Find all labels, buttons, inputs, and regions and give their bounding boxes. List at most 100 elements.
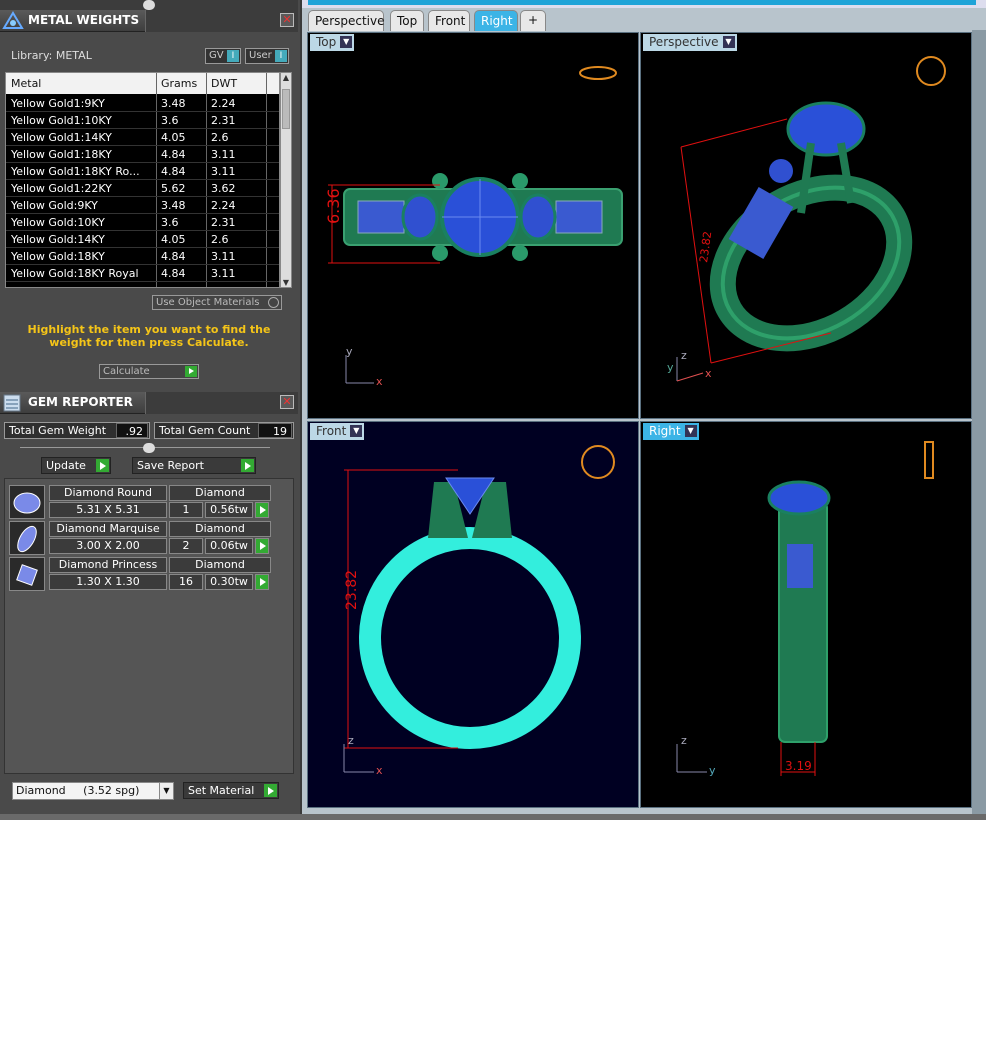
gem-shape-name: Diamond Marquise [49, 521, 167, 537]
table-row[interactable]: Yellow Gold:9KY 3.48 2.24 [6, 197, 279, 214]
metal-table-scrollbar[interactable]: ▲ ▼ [280, 72, 292, 288]
save-report-button[interactable]: Save Report [132, 457, 256, 474]
set-material-label: Set Material [188, 784, 255, 797]
tab-perspective[interactable]: Perspective [308, 10, 385, 31]
table-row[interactable]: Yellow Gold:18KY Royal 4.84 3.11 [6, 265, 279, 282]
axis-label: y [709, 764, 716, 777]
chevron-down-icon[interactable]: ▼ [159, 783, 173, 799]
marquise-stone [519, 193, 557, 241]
user-toggle-box: I [275, 50, 287, 62]
axis-label: z [348, 734, 354, 747]
gem-material: Diamond [169, 557, 271, 573]
scroll-down-icon[interactable]: ▼ [281, 278, 291, 287]
cell-dwt: 3.11 [211, 165, 236, 178]
viewport-perspective[interactable]: 23.82 z x y Perspective ▼ [640, 32, 972, 419]
play-icon[interactable] [255, 538, 269, 554]
table-row[interactable]: Yellow Gold1:10KY 3.6 2.31 [6, 112, 279, 129]
viewport-label-top[interactable]: Top ▼ [310, 34, 355, 51]
update-button[interactable]: Update [41, 457, 111, 474]
tab-right[interactable]: Right [474, 10, 518, 31]
viewport-label-front[interactable]: Front ▼ [310, 423, 365, 440]
collapse-handle-icon[interactable] [143, 443, 155, 453]
viewport-right[interactable]: 3.19 z y Right ▼ [640, 421, 972, 808]
close-icon[interactable]: ✕ [280, 13, 294, 27]
gem-weight: 0.06tw [205, 538, 253, 554]
viewport-label-right[interactable]: Right ▼ [643, 423, 699, 440]
col-metal[interactable]: Metal [11, 77, 41, 90]
scroll-thumb[interactable] [282, 89, 290, 129]
diamond-princess-icon [9, 557, 45, 591]
gem-reporter-header: GEM REPORTER ✕ [0, 392, 298, 414]
play-icon[interactable] [255, 502, 269, 518]
cell-grams: 3.6 [161, 114, 179, 127]
gv-toggle[interactable]: GV I [205, 48, 241, 64]
gem-row[interactable]: Diamond Marquise Diamond 3.00 X 2.00 2 0.06t… [9, 521, 271, 555]
center-stone [786, 101, 866, 157]
calculate-button[interactable]: Calculate [99, 364, 199, 379]
table-row[interactable]: Yellow Gold1:18KY 4.84 3.11 [6, 146, 279, 163]
perspective-view-render: 23.82 z x y [667, 56, 946, 382]
status-strip [0, 814, 986, 820]
metal-table[interactable]: Metal Grams DWT Yellow Gold1:9KY 3.48 2.24… [5, 72, 280, 288]
table-row[interactable]: Yellow Gold1:18KY Ro... 4.84 3.11 [6, 163, 279, 180]
viewport-top[interactable]: 6.36 y x Top ▼ [307, 32, 639, 419]
cell-metal: Yellow Gold1:18KY Ro... [11, 165, 140, 178]
add-tab-icon[interactable]: + [520, 10, 546, 31]
cell-grams: 4.84 [161, 148, 186, 161]
gem-row[interactable]: Diamond Round Diamond 5.31 X 5.31 1 0.56tw [9, 485, 271, 519]
viewport-label-perspective[interactable]: Perspective ▼ [643, 34, 737, 51]
gem-reporter-icon [3, 394, 21, 412]
use-object-materials-button[interactable]: Use Object Materials [152, 295, 282, 310]
scroll-up-icon[interactable]: ▲ [281, 73, 291, 82]
prong [512, 245, 528, 261]
side-stones [787, 544, 813, 588]
cell-metal: Yellow Gold:9KY [11, 199, 98, 212]
chevron-down-icon[interactable]: ▼ [350, 425, 363, 437]
metal-weights-header: METAL WEIGHTS ✕ [0, 10, 298, 32]
viewport-label-text: Perspective [649, 35, 719, 49]
metal-weights-icon [2, 11, 24, 29]
viewport-label-text: Top [316, 35, 337, 49]
gem-count: 2 [169, 538, 203, 554]
collapse-handle-icon[interactable] [143, 0, 155, 10]
gem-material: Diamond [169, 485, 271, 501]
tab-front[interactable]: Front [428, 10, 470, 31]
prong [432, 173, 448, 189]
cell-grams: 3.48 [161, 199, 186, 212]
marquise-stone [401, 193, 439, 241]
right-view-render: 3.19 z y [676, 441, 934, 777]
gem-size: 3.00 X 2.00 [49, 538, 167, 554]
material-select[interactable]: Diamond (3.52 spg) ▼ [12, 782, 174, 800]
gem-row[interactable]: Diamond Princess Diamond 1.30 X 1.30 16 0.30… [9, 557, 271, 591]
table-row[interactable]: Yellow Gold:14KY 4.05 2.6 [6, 231, 279, 248]
chevron-down-icon[interactable]: ▼ [722, 36, 735, 48]
dimension-line [680, 118, 788, 148]
cell-grams: 4.05 [161, 131, 186, 144]
close-icon[interactable]: ✕ [280, 395, 294, 409]
viewport-front[interactable]: 23.82 z x Front ▼ [307, 421, 639, 808]
col-grams[interactable]: Grams [161, 77, 197, 90]
chevron-down-icon[interactable]: ▼ [684, 425, 697, 437]
table-row[interactable]: Yellow Gold:10KY 3.6 2.31 [6, 214, 279, 231]
gv-toggle-label: GV [209, 50, 224, 61]
col-dwt[interactable]: DWT [211, 77, 237, 90]
set-material-button[interactable]: Set Material [183, 782, 279, 799]
chevron-down-icon[interactable]: ▼ [340, 36, 353, 48]
perspective-dimension-label: 23.82 [697, 230, 714, 263]
gem-count: 1 [169, 502, 203, 518]
use-object-materials-label: Use Object Materials [156, 297, 260, 308]
user-toggle[interactable]: User I [245, 48, 289, 64]
gem-count: 16 [169, 574, 203, 590]
metal-weights-title: METAL WEIGHTS [28, 13, 140, 27]
tab-top[interactable]: Top [390, 10, 424, 31]
cell-grams: 4.84 [161, 267, 186, 280]
table-row[interactable]: Yellow Gold1:14KY 4.05 2.6 [6, 129, 279, 146]
play-icon[interactable] [255, 574, 269, 590]
play-icon [241, 459, 254, 472]
table-row[interactable]: Yellow Gold1:9KY 3.48 2.24 [6, 95, 279, 112]
cell-grams: 4.84 [161, 250, 186, 263]
viewport-area: Perspective Top Front Right + 6.36 y x T… [302, 0, 986, 820]
table-row[interactable]: Yellow Gold1:22KY 5.62 3.62 [6, 180, 279, 197]
axis-line [676, 372, 704, 382]
table-row[interactable]: Yellow Gold:18KY 4.84 3.11 [6, 248, 279, 265]
